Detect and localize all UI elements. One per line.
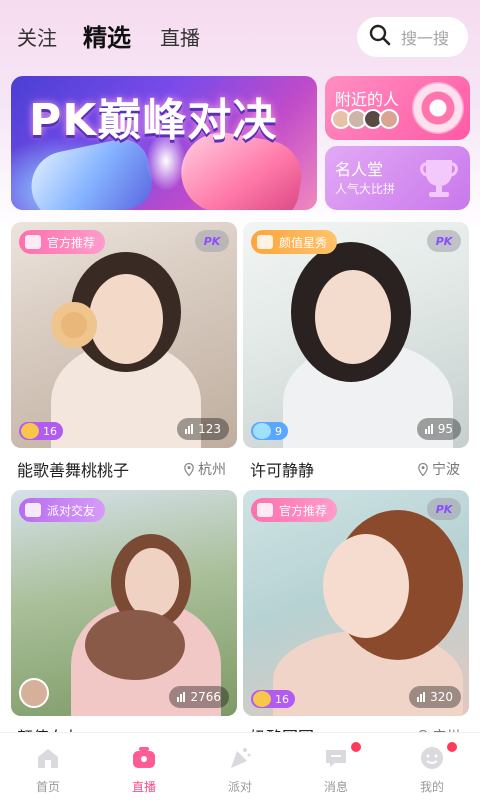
bottom-tab-bar: 首页 直播 派对 消息 我的: [0, 732, 480, 800]
face-shape: [125, 548, 179, 618]
hall-title: 名人堂: [335, 160, 384, 179]
viewer-count: 2766: [169, 686, 229, 708]
level-value: 9: [275, 424, 282, 438]
unread-dot: [351, 742, 361, 752]
face-shape: [89, 274, 163, 364]
tag-beauty-star: 颜值星秀: [251, 230, 338, 254]
streamer-name[interactable]: 能歌善舞桃桃子: [17, 457, 129, 481]
signal-bars-icon: [177, 692, 186, 702]
pk-badge: PK: [195, 230, 229, 252]
tag-icon: [25, 235, 41, 249]
tag-icon: [25, 503, 41, 517]
search-bar[interactable]: 搜一搜: [357, 17, 468, 57]
location-text: 宁波: [432, 462, 460, 478]
live-card[interactable]: 官方推荐 PK 16 123: [11, 222, 237, 448]
viewer-count: 95: [416, 418, 461, 440]
level-value: 16: [275, 692, 289, 706]
tab-follow[interactable]: 关注: [17, 22, 57, 51]
tab-label: 首页: [35, 780, 60, 794]
level-badge: 16: [251, 690, 295, 708]
tag-official: 官方推荐: [19, 230, 106, 254]
tag-label: 官方推荐: [47, 235, 96, 250]
location: 宁波: [418, 459, 460, 479]
unread-dot: [447, 742, 457, 752]
tab-live-stream[interactable]: 直播: [109, 739, 179, 795]
signal-bars-icon: [424, 424, 434, 434]
trophy-icon: [418, 156, 460, 200]
tab-featured[interactable]: 精选: [83, 18, 131, 53]
crown-icon: [253, 691, 271, 707]
location-text: 杭州: [198, 462, 226, 478]
live-card[interactable]: 派对交友 2766: [11, 490, 237, 716]
location-pin-icon: [184, 462, 194, 476]
viewer-count: 123: [177, 418, 229, 440]
streamer-name[interactable]: 许可静静: [250, 457, 314, 481]
tab-label: 派对: [227, 780, 252, 794]
tab-label: 我的: [419, 780, 444, 794]
tag-label: 官方推荐: [279, 503, 328, 518]
hall-subtitle: 人气大比拼: [335, 182, 396, 196]
viewer-value: 95: [437, 422, 453, 436]
nearby-title: 附近的人: [335, 90, 400, 109]
message-icon: [326, 750, 346, 767]
tag-official: 官方推荐: [251, 498, 338, 522]
profile-face-icon: [421, 747, 443, 769]
live-tv-icon: [133, 747, 155, 768]
face-shape: [315, 270, 391, 364]
tab-home[interactable]: 首页: [13, 739, 83, 795]
pk-badge: PK: [427, 230, 461, 252]
banner-title: PK巅峰对决: [29, 95, 278, 146]
live-card[interactable]: 颜值星秀 PK 9 95: [243, 222, 469, 448]
nearby-avatars: [331, 109, 399, 129]
home-icon: [38, 749, 58, 768]
tab-party[interactable]: 派对: [205, 739, 275, 795]
hat-shape: [85, 610, 185, 680]
avatar: [379, 109, 399, 129]
location: 杭州: [184, 459, 226, 479]
donut-shape: [51, 302, 97, 348]
viewer-count: 320: [409, 686, 461, 708]
crown-icon: [21, 423, 39, 439]
hall-of-fame-card[interactable]: 名人堂 人气大比拼: [325, 146, 470, 210]
host-avatar: [19, 678, 49, 708]
live-card[interactable]: 官方推荐 PK 16 320: [243, 490, 469, 716]
party-popper-icon: [231, 748, 251, 768]
viewer-value: 320: [430, 690, 453, 704]
search-icon: [369, 24, 391, 50]
tag-icon: [257, 503, 273, 517]
level-value: 16: [43, 424, 57, 438]
crown-icon: [253, 423, 271, 439]
tab-label: 直播: [131, 780, 156, 794]
target-icon: [412, 82, 464, 134]
location-pin-icon: [418, 462, 428, 476]
signal-bars-icon: [185, 424, 194, 434]
level-badge: 16: [19, 422, 63, 440]
pk-banner[interactable]: PK巅峰对决: [11, 76, 317, 210]
tag-icon: [257, 235, 273, 249]
nearby-people-card[interactable]: 附近的人: [325, 76, 470, 140]
pk-badge: PK: [427, 498, 461, 520]
face-shape: [323, 534, 409, 638]
search-placeholder: 搜一搜: [401, 29, 450, 48]
viewer-value: 123: [198, 422, 221, 436]
level-badge: 9: [251, 422, 288, 440]
tag-label: 派对交友: [47, 503, 96, 518]
tab-live[interactable]: 直播: [160, 22, 200, 51]
top-header: 关注 精选 直播 搜一搜: [0, 0, 480, 75]
tag-label: 颜值星秀: [279, 235, 328, 250]
tab-label: 消息: [323, 780, 348, 794]
viewer-value: 2766: [190, 690, 221, 704]
tag-party: 派对交友: [19, 498, 106, 522]
signal-bars-icon: [417, 692, 426, 702]
